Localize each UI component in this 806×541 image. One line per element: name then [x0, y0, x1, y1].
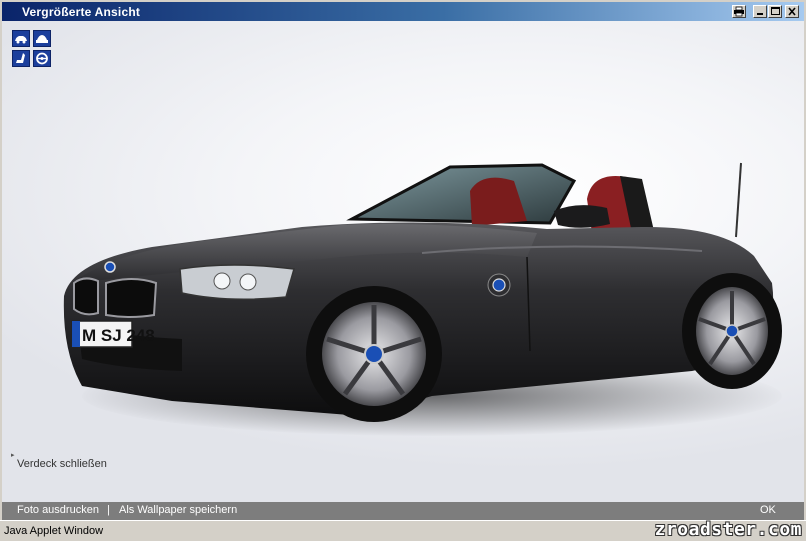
- title-bar[interactable]: Vergrößerte Ansicht: [2, 2, 804, 21]
- close-button[interactable]: [785, 5, 799, 18]
- front-wheel: [306, 286, 442, 422]
- headlight-lens-2: [239, 273, 257, 291]
- bmw-logo-front: [104, 261, 116, 273]
- print-button[interactable]: [732, 5, 746, 18]
- car-antenna: [735, 162, 742, 238]
- print-photo-link[interactable]: Foto ausdrucken: [17, 504, 99, 516]
- watermark: zroadster.com: [654, 519, 802, 540]
- window-title: Vergrößerte Ansicht: [22, 5, 141, 19]
- toggle-arrow-icon: ▸: [11, 452, 15, 459]
- view-cockpit-button[interactable]: [33, 50, 51, 67]
- kidney-grille-left: [73, 277, 99, 316]
- car-mirror: [554, 205, 610, 228]
- action-bar: Foto ausdrucken | Als Wallpaper speicher…: [2, 502, 804, 520]
- applet-window: Vergrößerte Ansicht M SJ 248 ▸ Verdeck s…: [0, 0, 806, 541]
- bmw-logo-side: [492, 278, 506, 292]
- save-wallpaper-link[interactable]: Als Wallpaper speichern: [119, 504, 237, 516]
- view-side-button[interactable]: [33, 30, 51, 47]
- view-interior-button[interactable]: [12, 50, 30, 67]
- action-separator: |: [107, 504, 110, 516]
- view-front-button[interactable]: [12, 30, 30, 47]
- car-photo: M SJ 248: [63, 162, 782, 422]
- enlarged-image-viewer: M SJ 248 ▸ Verdeck schließen: [2, 21, 804, 502]
- maximize-button[interactable]: [768, 5, 782, 18]
- license-plate-text: M SJ 248: [82, 326, 155, 345]
- status-text: Java Applet Window: [4, 525, 104, 537]
- car-windshield: [346, 163, 577, 225]
- car-headlight: [179, 264, 295, 300]
- view-selector: [12, 30, 54, 70]
- license-plate-eu-band: [72, 321, 80, 347]
- kidney-grille-right: [105, 278, 158, 318]
- rear-wheel: [682, 273, 782, 389]
- close-roof-link[interactable]: Verdeck schließen: [17, 458, 107, 470]
- ok-button[interactable]: OK: [760, 504, 776, 516]
- minimize-button[interactable]: [753, 5, 767, 18]
- headlight-lens-1: [213, 272, 231, 290]
